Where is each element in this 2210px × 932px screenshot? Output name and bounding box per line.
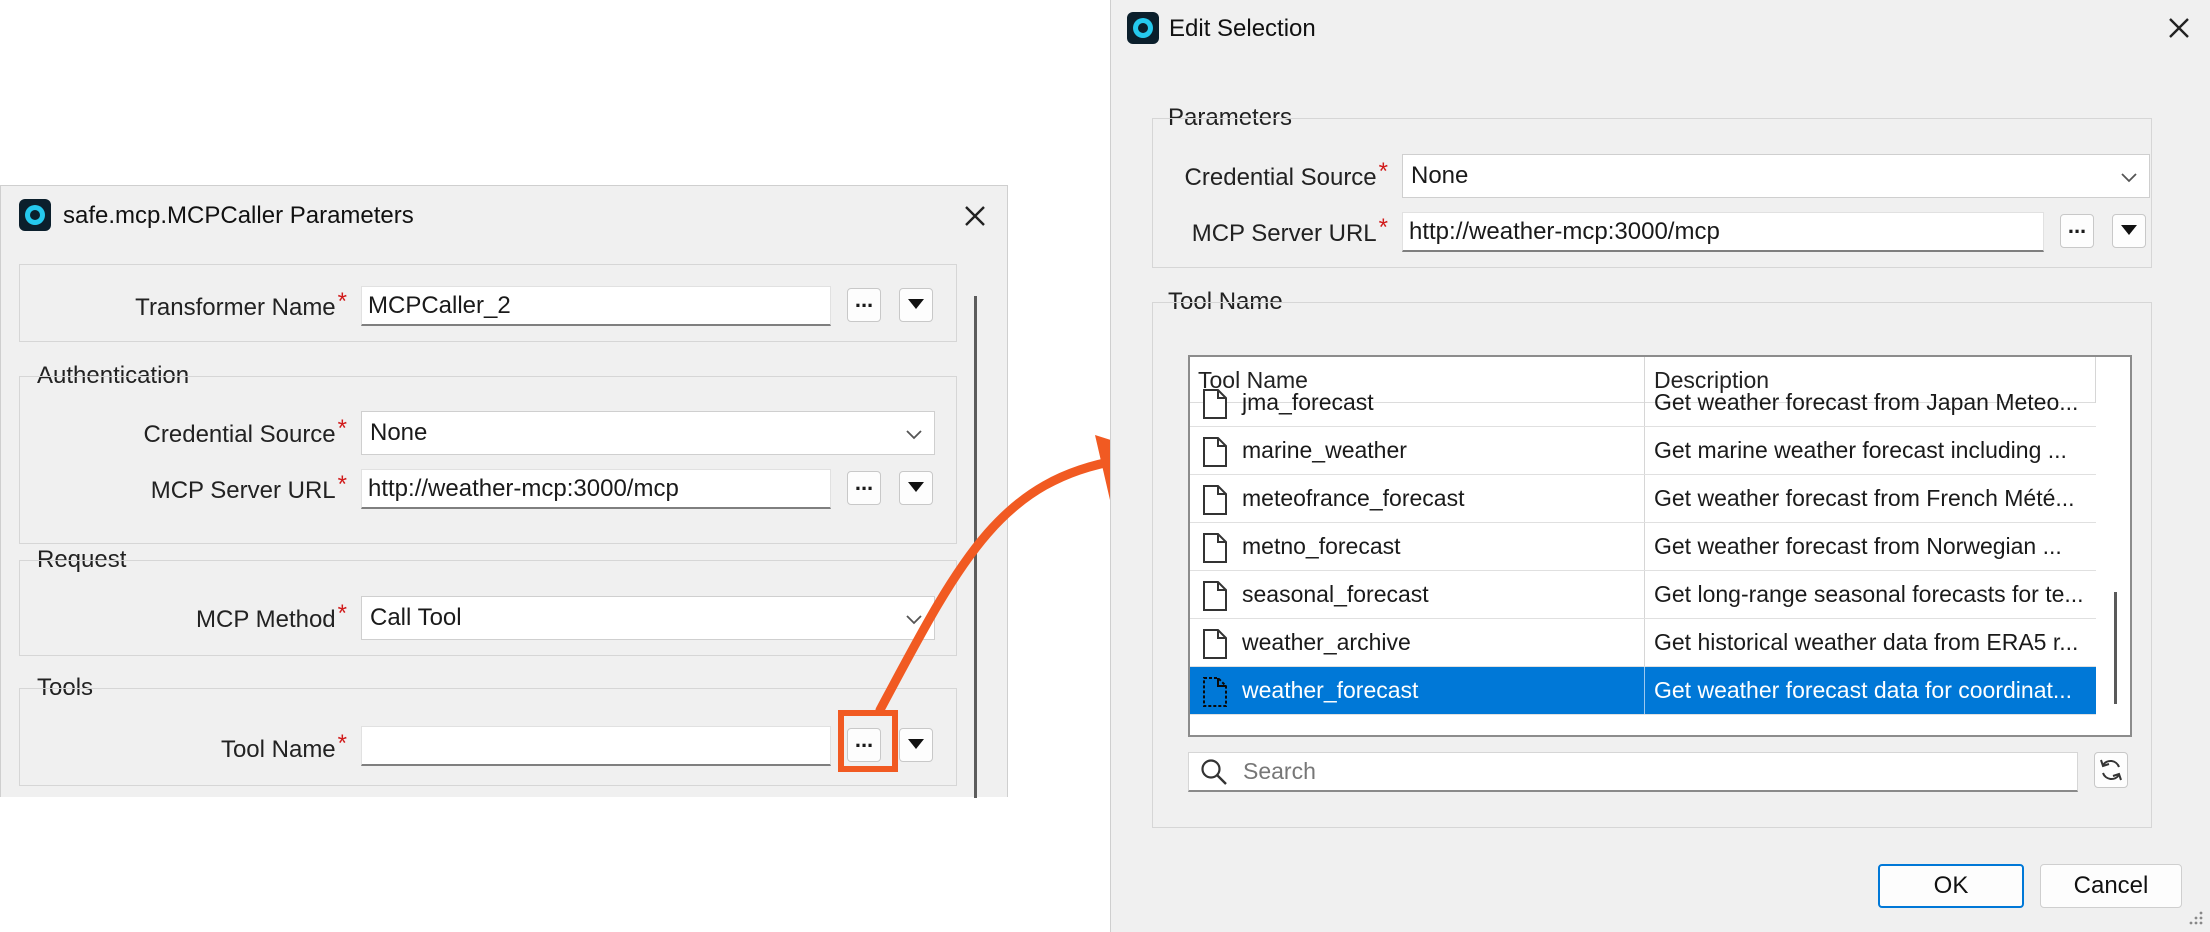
tool-name-cell: weather_archive bbox=[1242, 629, 1411, 655]
server-url-menu-button[interactable] bbox=[2112, 214, 2146, 248]
tool-name-label: Tool Name* bbox=[220, 730, 347, 763]
cancel-button[interactable]: Cancel bbox=[2040, 864, 2182, 908]
description-cell: Get weather forecast from Japan Meteo... bbox=[1654, 389, 2079, 415]
search-box bbox=[1188, 752, 2078, 792]
close-icon[interactable] bbox=[957, 198, 993, 234]
transformer-name-browse-button[interactable]: ... bbox=[847, 288, 881, 322]
browse-button-highlight bbox=[838, 710, 898, 772]
transformer-name-input[interactable]: MCPCaller_2 bbox=[361, 286, 831, 326]
mcp-server-url-label: MCP Server URL* bbox=[150, 471, 347, 504]
table-row[interactable]: weather_forecast Get weather forecast dat… bbox=[1190, 667, 2096, 715]
description-cell: Get weather forecast data for coordinat.… bbox=[1654, 677, 2073, 703]
chevron-down-icon bbox=[2119, 167, 2139, 187]
credential-source-select[interactable]: None bbox=[1402, 154, 2150, 198]
server-url-browse-button[interactable]: ... bbox=[847, 471, 881, 505]
table-row[interactable]: marine_weather Get marine weather forecas… bbox=[1190, 427, 2096, 475]
refresh-icon bbox=[2100, 759, 2122, 781]
tool-name-cell: seasonal_forecast bbox=[1242, 581, 1429, 607]
window-title: safe.mcp.MCPCaller Parameters bbox=[63, 202, 414, 229]
mcpcaller-parameters-dialog: safe.mcp.MCPCaller Parameters Transforme… bbox=[0, 185, 1008, 798]
tool-name-cell: weather_forecast bbox=[1242, 677, 1419, 703]
close-icon[interactable] bbox=[2161, 10, 2197, 46]
refresh-button[interactable] bbox=[2094, 752, 2128, 788]
description-cell: Get marine weather forecast including ..… bbox=[1654, 437, 2067, 463]
credential-source-label: Credential Source* bbox=[1184, 158, 1388, 191]
table-row[interactable]: seasonal_forecast Get long-range seasonal… bbox=[1190, 571, 2096, 619]
tool-name-cell: metno_forecast bbox=[1242, 533, 1401, 559]
description-cell: Get weather forecast from French Mété... bbox=[1654, 485, 2075, 511]
server-url-menu-button[interactable] bbox=[899, 471, 933, 505]
search-icon bbox=[1199, 757, 1229, 787]
transformer-name-label: Transformer Name* bbox=[135, 288, 347, 321]
ok-button[interactable]: OK bbox=[1878, 864, 2024, 908]
description-cell: Get long-range seasonal forecasts for te… bbox=[1654, 581, 2084, 607]
title-bar: Edit Selection bbox=[1111, 0, 2210, 58]
tool-name-menu-button[interactable] bbox=[899, 728, 933, 762]
tool-name-cell: marine_weather bbox=[1242, 437, 1407, 463]
table-row[interactable]: jma_forecast Get weather forecast from Ja… bbox=[1190, 379, 2096, 427]
triangle-down-icon bbox=[908, 482, 924, 492]
authentication-group bbox=[19, 376, 957, 544]
app-logo-icon bbox=[1127, 12, 1159, 44]
app-logo-icon bbox=[19, 199, 51, 231]
title-bar: safe.mcp.MCPCaller Parameters bbox=[1, 186, 1007, 244]
triangle-down-icon bbox=[908, 299, 924, 309]
chevron-down-icon bbox=[904, 424, 924, 444]
triangle-down-icon bbox=[908, 739, 924, 749]
tool-table: Tool Name Description jma_forecast Get we… bbox=[1188, 355, 2132, 737]
chevron-down-icon bbox=[904, 609, 924, 629]
description-cell: Get historical weather data from ERA5 r.… bbox=[1654, 629, 2079, 655]
tool-name-input[interactable] bbox=[361, 726, 831, 766]
table-row[interactable]: meteofrance_forecast Get weather forecast… bbox=[1190, 475, 2096, 523]
table-row[interactable]: weather_archive Get historical weather da… bbox=[1190, 619, 2096, 667]
transformer-name-menu-button[interactable] bbox=[899, 288, 933, 322]
tool-name-cell: meteofrance_forecast bbox=[1242, 485, 1465, 511]
mcp-method-select[interactable]: Call Tool bbox=[361, 596, 935, 640]
vertical-scrollbar[interactable] bbox=[974, 296, 977, 798]
table-scrollbar[interactable] bbox=[2114, 592, 2117, 704]
mcp-server-url-input[interactable]: http://weather-mcp:3000/mcp bbox=[1402, 212, 2044, 252]
credential-source-select[interactable]: None bbox=[361, 411, 935, 455]
triangle-down-icon bbox=[2121, 225, 2137, 235]
mcp-server-url-label: MCP Server URL* bbox=[1191, 214, 1388, 247]
resize-grip-icon[interactable] bbox=[2186, 908, 2204, 926]
mcp-server-url-input[interactable]: http://weather-mcp:3000/mcp bbox=[361, 469, 831, 509]
window-title: Edit Selection bbox=[1169, 15, 1316, 42]
description-cell: Get weather forecast from Norwegian ... bbox=[1654, 533, 2062, 559]
table-row[interactable]: metno_forecast Get weather forecast from … bbox=[1190, 523, 2096, 571]
mcp-method-label: MCP Method* bbox=[196, 600, 347, 633]
server-url-browse-button[interactable]: ... bbox=[2060, 214, 2094, 248]
search-input[interactable] bbox=[1241, 753, 2061, 789]
tool-name-cell: jma_forecast bbox=[1242, 389, 1374, 415]
credential-source-label: Credential Source* bbox=[143, 415, 347, 448]
